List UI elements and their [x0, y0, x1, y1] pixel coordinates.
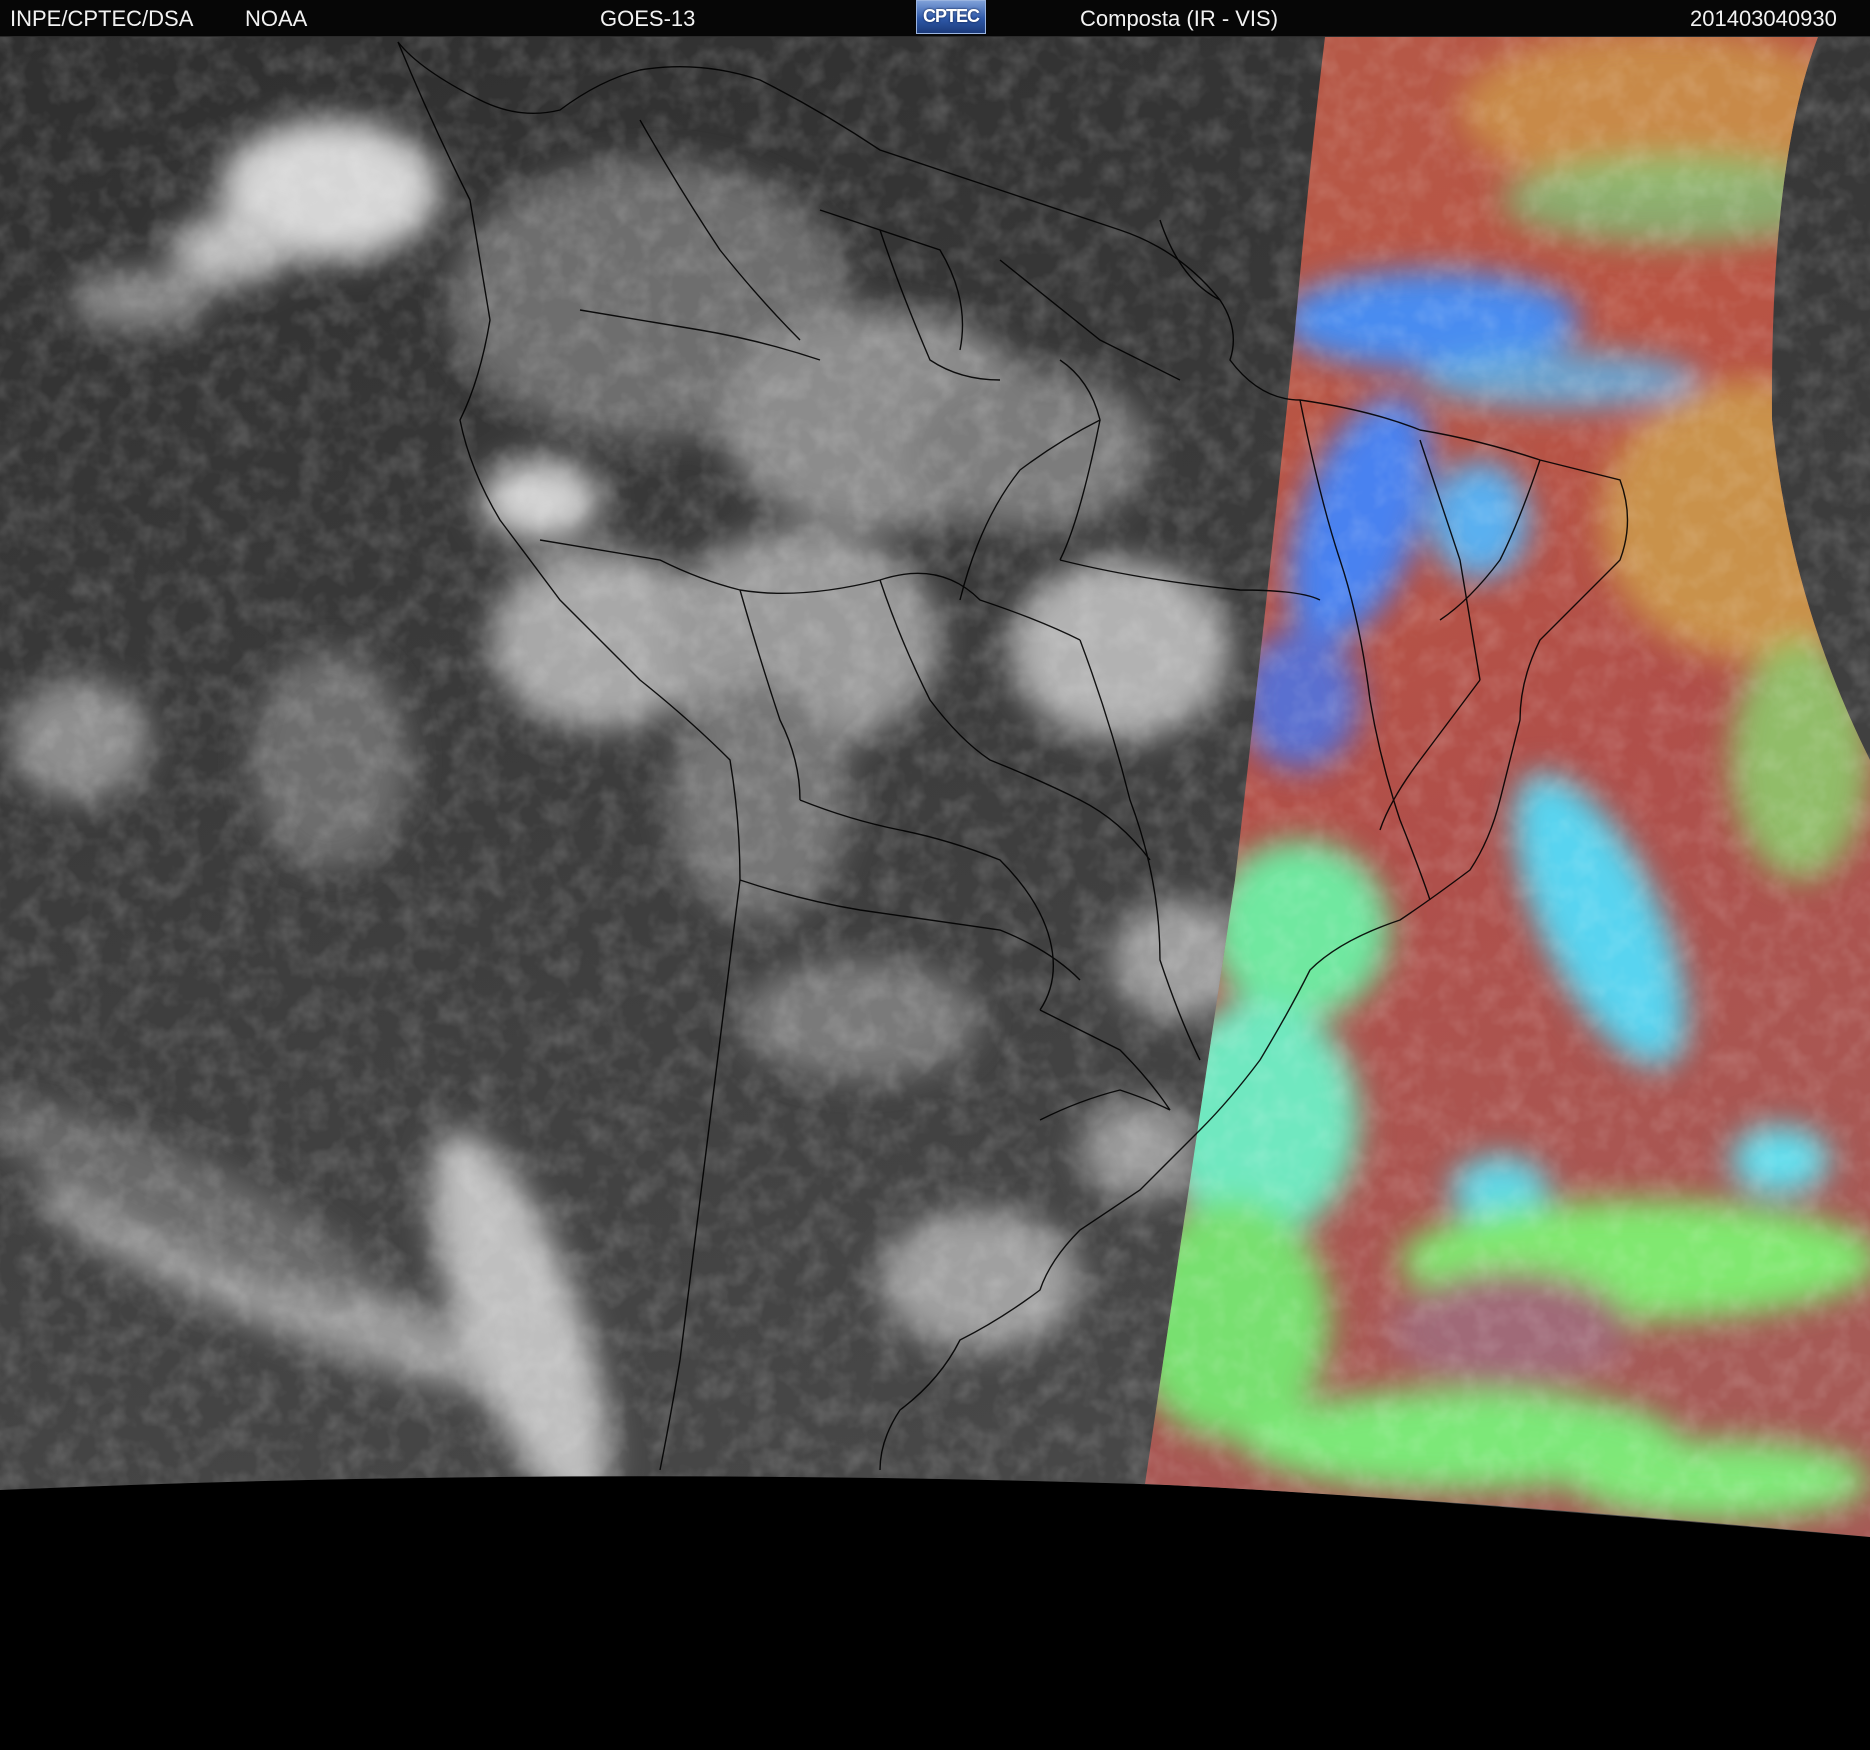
cptec-logo: CPTEC — [916, 0, 986, 34]
earth-disk — [0, 37, 1870, 1537]
satellite-label: GOES-13 — [600, 6, 696, 31]
satellite-image — [0, 37, 1870, 1537]
product-label: Composta (IR - VIS) — [1080, 6, 1279, 31]
institution-label: INPE/CPTEC/DSA — [10, 6, 194, 31]
logo-text: CPTEC — [922, 6, 980, 26]
agency-label: NOAA — [245, 6, 308, 31]
image-header-bar: INPE/CPTEC/DSA NOAA GOES-13 CPTEC Compos… — [0, 0, 1870, 37]
timestamp-label: 201403040930 — [1690, 6, 1837, 31]
